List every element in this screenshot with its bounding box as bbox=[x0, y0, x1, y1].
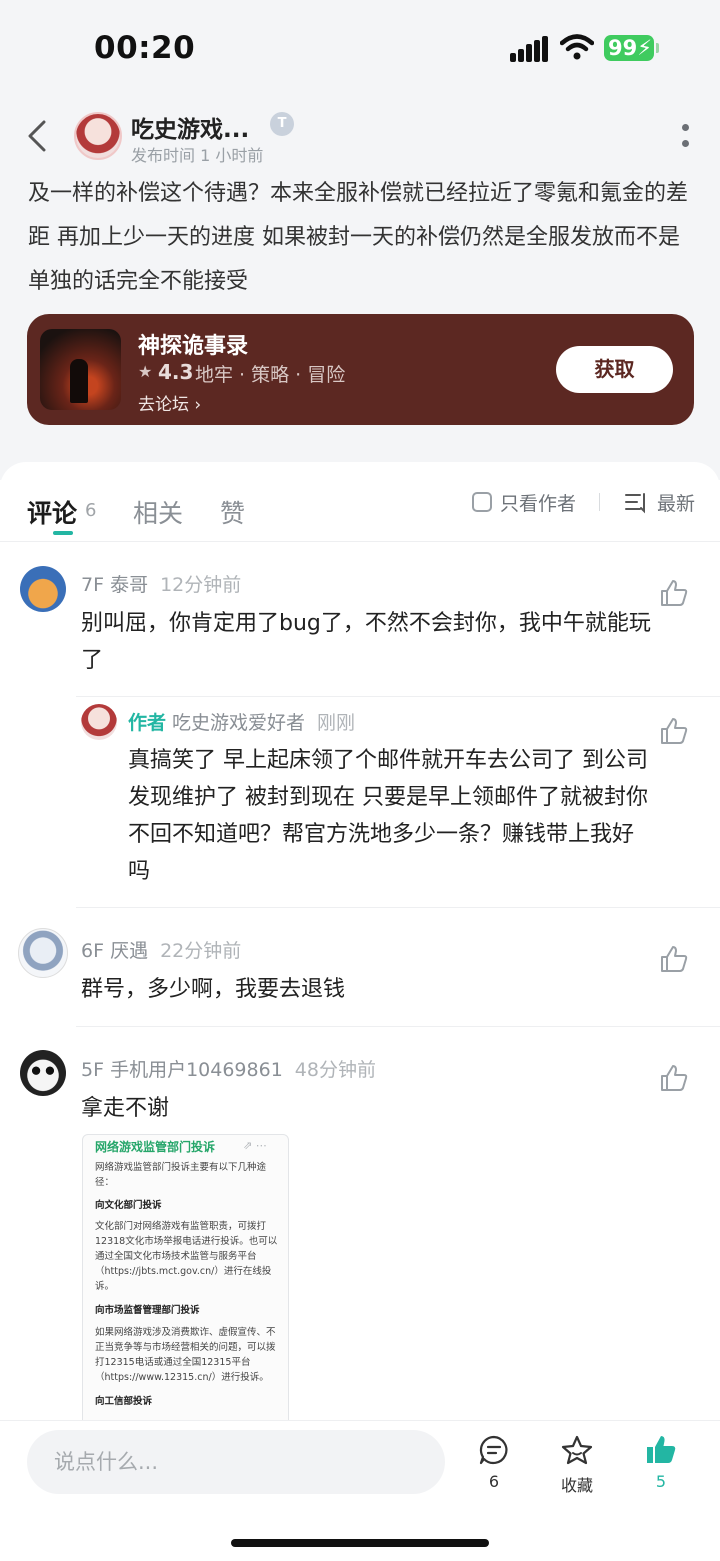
post-time: 发布时间 1 小时前 bbox=[131, 146, 264, 165]
comment-meta: 6F 厌遇 22分钟前 bbox=[81, 940, 242, 962]
avatar[interactable] bbox=[20, 566, 66, 612]
share-icon: ⇗ ⋯ bbox=[243, 1139, 267, 1152]
comment-image-attachment[interactable]: 网络游戏监管部门投诉 ⇗ ⋯ 网络游戏监管部门投诉主要有以下几种途径： 向文化部… bbox=[82, 1134, 289, 1434]
thumbs-up-filled-icon[interactable] bbox=[645, 1434, 677, 1466]
divider bbox=[76, 696, 720, 697]
game-icon bbox=[40, 329, 121, 410]
avatar[interactable] bbox=[20, 1050, 66, 1096]
sort-icon[interactable] bbox=[625, 492, 647, 514]
thumbs-up-icon[interactable] bbox=[659, 716, 689, 746]
author-name[interactable]: 吃史游戏... bbox=[131, 110, 249, 144]
divider bbox=[76, 1026, 720, 1027]
attachment-paragraph: 如果网络游戏涉及消费欺诈、虚假宣传、不正当竞争等与市场经营相关的问题，可以拨打1… bbox=[95, 1327, 276, 1383]
avatar[interactable] bbox=[81, 704, 117, 740]
thumbs-up-icon[interactable] bbox=[659, 944, 689, 974]
game-title: 神探诡事录 bbox=[138, 334, 249, 359]
attachment-paragraph: 文化部门对网络游戏有监管职责，可拨打12318文化市场举报电话进行投诉。也可以通… bbox=[95, 1221, 278, 1292]
battery-tip bbox=[656, 43, 659, 53]
comment-meta: 7F 泰哥 12分钟前 bbox=[81, 574, 242, 596]
sort-label[interactable]: 最新 bbox=[657, 489, 695, 516]
comment-text: 群号，多少啊，我要去退钱 bbox=[81, 977, 346, 1002]
tab-comments-count: 6 bbox=[85, 500, 97, 521]
post-body: 及一样的补偿这个待遇？本来全服补偿就已经拉近了零氪和氪金的差距 再加上少一天的进… bbox=[28, 181, 689, 294]
attachment-heading: 向市场监督管理部门投诉 bbox=[95, 1305, 200, 1316]
wifi-icon bbox=[560, 34, 594, 60]
author-level-badge: T bbox=[270, 112, 294, 136]
author-avatar[interactable] bbox=[74, 112, 122, 160]
attachment-heading: 向文化部门投诉 bbox=[95, 1200, 162, 1211]
get-game-button[interactable]: 获取 bbox=[556, 346, 673, 393]
comment-text: 拿走不谢 bbox=[81, 1096, 170, 1121]
status-time: 00:20 bbox=[94, 30, 196, 66]
reply-meta: 作者 吃史游戏爱好者 刚刚 bbox=[128, 712, 356, 734]
divider bbox=[76, 907, 720, 908]
star-icon[interactable] bbox=[561, 1434, 593, 1466]
thumbs-up-icon[interactable] bbox=[659, 1063, 689, 1093]
avatar[interactable] bbox=[18, 928, 68, 978]
comment-meta: 5F 手机用户10469861 48分钟前 bbox=[81, 1059, 376, 1081]
comment-count: 6 bbox=[488, 1472, 500, 1491]
favorite-label[interactable]: 收藏 bbox=[553, 1472, 601, 1496]
active-tab-indicator bbox=[53, 531, 73, 535]
tab-comments[interactable]: 评论 bbox=[27, 494, 77, 530]
attachment-heading: 向工信部投诉 bbox=[95, 1396, 153, 1407]
home-indicator bbox=[231, 1539, 489, 1547]
attachment-title: 网络游戏监管部门投诉 bbox=[95, 1140, 216, 1154]
comment-text: 别叫屈，你肯定用了bug了，不然不会封你，我中午就能玩了 bbox=[81, 611, 651, 673]
like-count: 5 bbox=[655, 1472, 667, 1491]
cellular-signal-icon bbox=[510, 36, 548, 62]
attachment-paragraph: 网络游戏监管部门投诉主要有以下几种途径： bbox=[95, 1162, 267, 1188]
comment-input[interactable]: 说点什么... bbox=[27, 1430, 445, 1494]
divider bbox=[0, 541, 720, 542]
thumbs-up-icon[interactable] bbox=[659, 578, 689, 608]
go-to-forum-link[interactable]: 去论坛 › bbox=[138, 390, 201, 415]
game-card[interactable]: 神探诡事录 ★ 4.3 地牢 · 策略 · 冒险 去论坛 › 获取 bbox=[27, 314, 694, 425]
game-rating: 4.3 bbox=[158, 360, 194, 384]
star-icon: ★ bbox=[138, 362, 153, 381]
divider bbox=[599, 493, 600, 511]
comment-icon[interactable] bbox=[478, 1434, 510, 1466]
tab-related[interactable]: 相关 bbox=[133, 494, 183, 530]
battery-level: 99⚡ bbox=[604, 35, 654, 61]
reply-text: 真搞笑了 早上起床领了个邮件就开车去公司了 到公司发现维护了 被封到现在 只要是… bbox=[128, 748, 648, 884]
only-author-label[interactable]: 只看作者 bbox=[500, 489, 576, 516]
only-author-checkbox[interactable] bbox=[472, 492, 492, 512]
more-options-icon[interactable] bbox=[676, 122, 696, 152]
back-icon[interactable] bbox=[22, 116, 54, 156]
game-tags: 地牢 · 策略 · 冒险 bbox=[195, 364, 346, 386]
tab-likes[interactable]: 赞 bbox=[220, 494, 245, 530]
